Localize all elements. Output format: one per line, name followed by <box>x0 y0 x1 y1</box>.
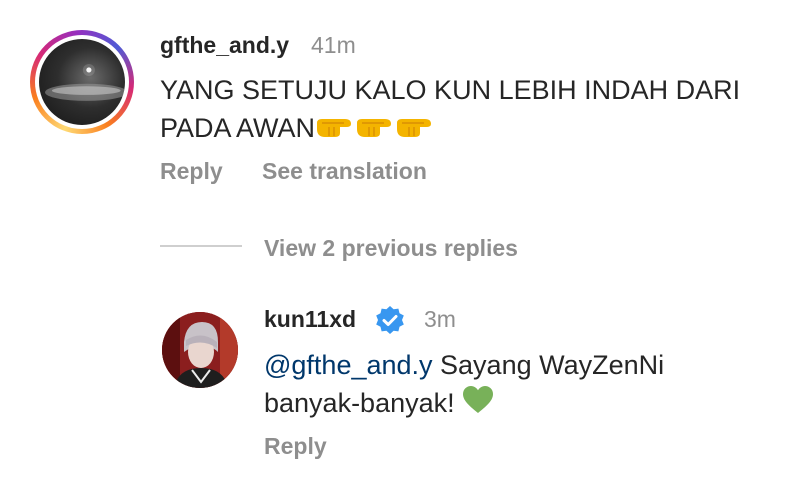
comment-text-line-1: YANG SETUJU KALO KUN LEBIH INDAH DARI <box>160 75 741 105</box>
verified-badge-icon <box>376 306 404 334</box>
comment-reply-button[interactable]: Reply <box>160 158 223 185</box>
green-heart-emoji-icon <box>462 385 494 425</box>
reply-avatar-image <box>162 312 238 388</box>
comment-text-line-2-content: PADA AWAN <box>160 113 316 143</box>
reply-text-line-1: @gfthe_and.y Sayang WayZenNi <box>264 346 664 384</box>
reply-avatar[interactable] <box>162 312 238 388</box>
view-previous-replies-button[interactable]: View 2 previous replies <box>264 235 518 262</box>
avatar-border <box>35 35 129 129</box>
reply-reply-button[interactable]: Reply <box>264 433 327 460</box>
reply-username[interactable]: kun11xd <box>264 306 356 333</box>
comment-text-line-2: PADA AWAN <box>160 109 435 149</box>
pointing-right-emoji-icon <box>315 111 355 149</box>
avatar <box>39 39 125 125</box>
comment-timestamp: 41m <box>311 32 356 58</box>
mention-link[interactable]: @gfthe_and.y <box>264 350 433 380</box>
see-translation-button[interactable]: See translation <box>262 158 427 185</box>
comment-username[interactable]: gfthe_and.y <box>160 32 289 59</box>
reply-text-line-2: banyak-banyak! <box>264 384 494 425</box>
pointing-right-emoji-icon <box>355 111 395 149</box>
avatar-image <box>45 63 125 101</box>
reply-text-line-2-content: banyak-banyak! <box>264 388 455 418</box>
replies-divider-line <box>160 245 242 247</box>
pointing-right-emoji-icon <box>395 111 435 149</box>
reply-text-line-1-content: Sayang WayZenNi <box>432 350 665 380</box>
story-ring-avatar[interactable] <box>30 30 134 134</box>
reply-timestamp: 3m <box>424 306 456 332</box>
